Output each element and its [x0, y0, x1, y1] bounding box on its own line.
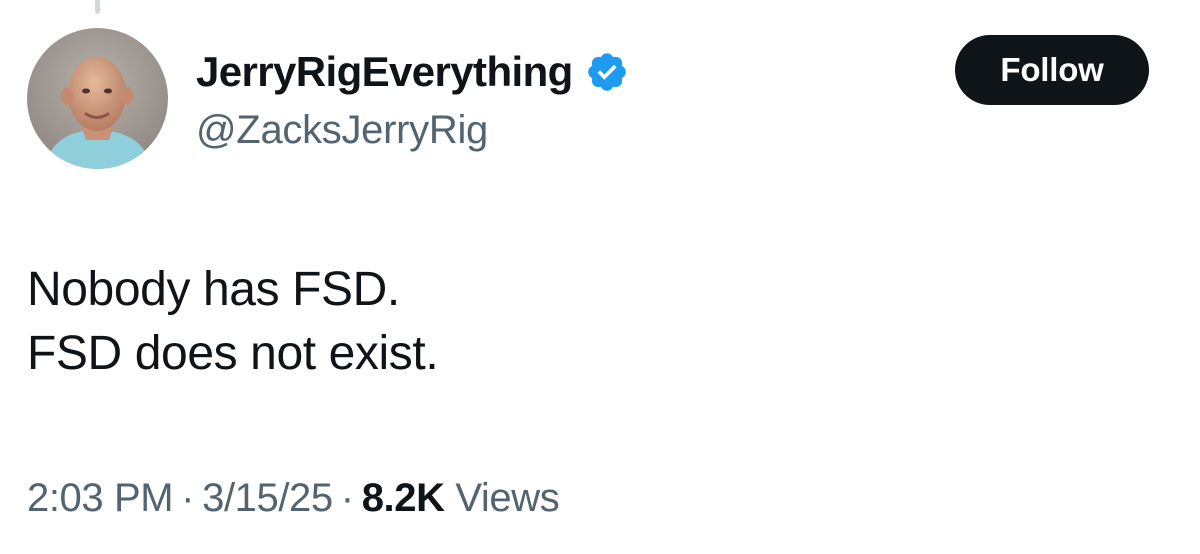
tweet-body: Nobody has FSD. FSD does not exist.	[27, 258, 439, 386]
avatar[interactable]	[27, 28, 168, 169]
profile-photo	[27, 28, 168, 169]
tweet-date[interactable]: 3/15/25	[202, 476, 333, 520]
author-name-row: JerryRigEverything	[196, 44, 629, 100]
separator-dot: ·	[181, 476, 195, 520]
author-handle[interactable]: @ZacksJerryRig	[196, 110, 488, 150]
views-label: Views	[455, 476, 560, 520]
tweet-metadata: 2:03 PM · 3/15/25 · 8.2K Views	[27, 474, 560, 522]
thread-connector-line	[95, 0, 100, 14]
author-display-name[interactable]: JerryRigEverything	[196, 51, 573, 93]
tweet-time[interactable]: 2:03 PM	[27, 476, 174, 520]
tweet-text-line: Nobody has FSD.	[27, 263, 400, 316]
views-count: 8.2K	[361, 476, 445, 520]
verified-badge-icon[interactable]	[585, 50, 629, 94]
tweet-text-line: FSD does not exist.	[27, 327, 439, 380]
separator-dot: ·	[340, 476, 354, 520]
follow-button[interactable]: Follow	[955, 35, 1149, 105]
